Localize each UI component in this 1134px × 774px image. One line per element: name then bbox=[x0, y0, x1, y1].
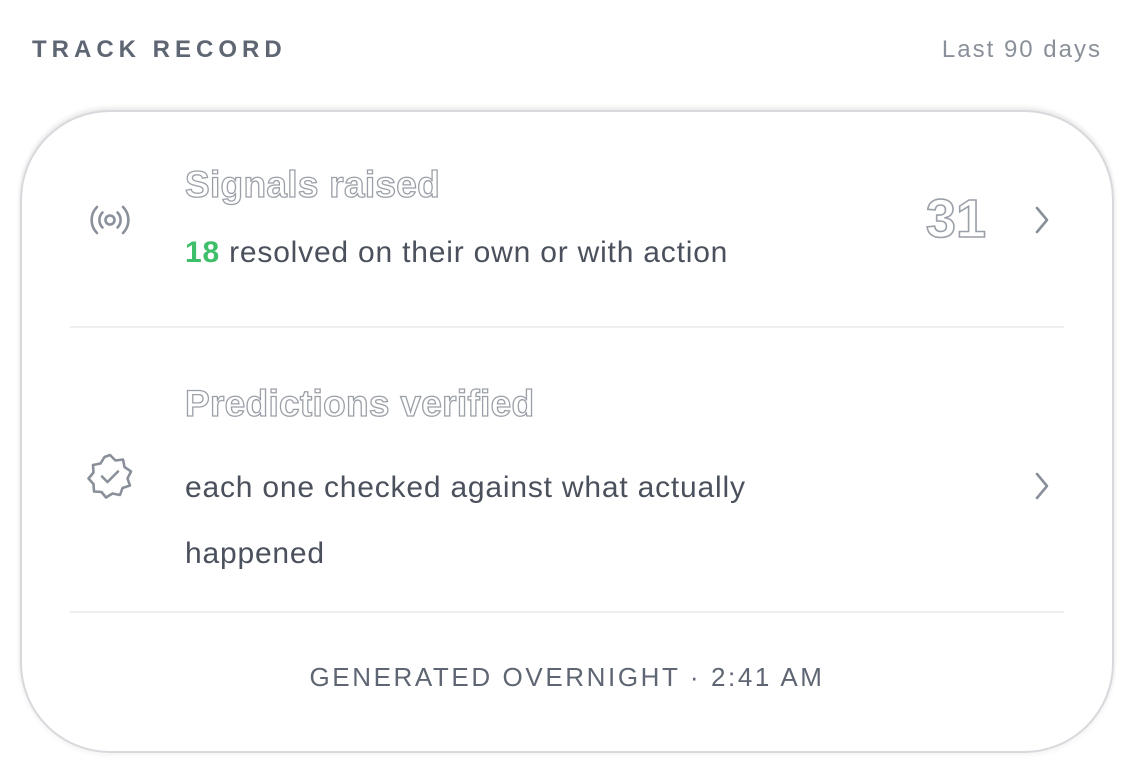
signals-count: 31 bbox=[925, 188, 987, 250]
predictions-verified-title: Predictions verified bbox=[184, 382, 535, 424]
signals-raised-row[interactable]: Signals raised 18 resolved on their own … bbox=[22, 112, 1112, 328]
track-record-header: TRACK RECORD Last 90 days bbox=[32, 30, 1102, 70]
signals-raised-title: Signals raised bbox=[184, 163, 441, 205]
date-range-label: Last 90 days bbox=[941, 36, 1102, 63]
section-title: TRACK RECORD bbox=[32, 36, 287, 63]
footer-divider bbox=[70, 611, 1064, 613]
chevron-right-icon[interactable] bbox=[1028, 468, 1056, 504]
predictions-description-line2: happened bbox=[185, 537, 325, 570]
verified-badge-icon bbox=[84, 450, 136, 502]
chevron-right-icon[interactable] bbox=[1028, 202, 1056, 238]
resolved-count: 18 bbox=[185, 236, 220, 269]
predictions-verified-row[interactable]: Predictions verified each one checked ag… bbox=[22, 328, 1112, 613]
predictions-description-line1: each one checked against what actually bbox=[185, 471, 746, 504]
broadcast-icon bbox=[84, 194, 136, 246]
track-record-card: Signals raised 18 resolved on their own … bbox=[20, 110, 1114, 753]
generated-timestamp: GENERATED OVERNIGHT · 2:41 AM bbox=[309, 662, 825, 692]
resolved-description: resolved on their own or with action bbox=[219, 236, 729, 269]
signals-resolved-text: 18 resolved on their own or with action bbox=[185, 236, 728, 270]
